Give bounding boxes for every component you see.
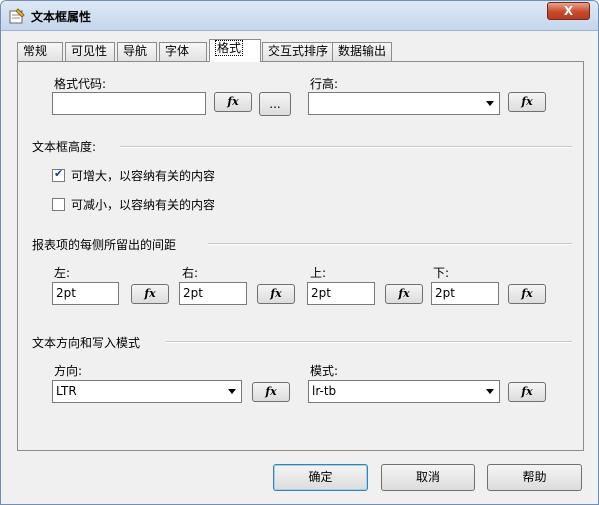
tab-navigation[interactable]: 导航 [117,42,157,61]
can-grow-checkbox[interactable]: ✔ [52,167,65,182]
height-section-title: 文本框高度: [32,140,97,154]
tab-interactive-sort[interactable]: 交互式排序 [262,42,334,61]
section-divider [166,341,572,343]
padding-right-input[interactable]: 2pt [179,282,247,305]
padding-left-input[interactable]: 2pt [52,282,119,305]
padding-bottom-fx-button[interactable]: fx [508,284,546,304]
padding-top-input[interactable]: 2pt [307,282,375,305]
direction-section-title: 文本方向和写入模式 [32,336,141,350]
padding-top-label: 上: [310,266,327,280]
can-shrink-checkbox[interactable] [52,198,65,211]
can-shrink-label[interactable]: 可减小，以容纳有关的内容 [71,196,215,213]
tab-format-label: 格式 [215,40,244,56]
chevron-down-icon [486,101,494,106]
ok-button[interactable]: 确定 [273,464,368,491]
checkmark-icon: ✔ [54,167,64,180]
line-height-label: 行高: [310,77,339,91]
tab-data-output[interactable]: 数据输出 [332,42,392,61]
title-bar[interactable]: 文本框属性 X [1,1,598,31]
tab-visibility[interactable]: 可见性 [65,42,115,61]
direction-fx-button[interactable]: fx [252,382,290,402]
format-code-browse-button[interactable]: ... [259,92,291,116]
window-title: 文本框属性 [31,10,92,24]
cancel-button[interactable]: 取消 [381,464,475,491]
mode-select[interactable]: lr-tb [308,380,500,403]
padding-top-fx-button[interactable]: fx [385,284,423,304]
can-grow-label[interactable]: 可增大，以容纳有关的内容 [71,167,215,184]
direction-value: LTR [56,384,77,398]
padding-left-fx-button[interactable]: fx [131,284,169,304]
padding-bottom-input[interactable]: 2pt [431,282,499,305]
mode-value: lr-tb [312,384,337,398]
padding-right-label: 右: [182,266,199,280]
direction-select[interactable]: LTR [52,380,242,403]
padding-section-title: 报表项的每侧所留出的间距 [32,238,177,252]
tab-font[interactable]: 字体 [159,42,207,61]
padding-bottom-label: 下: [433,266,450,280]
line-height-select[interactable] [308,92,500,115]
close-button[interactable]: X [547,2,590,20]
tab-panel: 格式代码: fx ... 行高: fx 文本框高度: ✔ 可增大，以容纳有关的内… [17,61,584,451]
dialog-window: 文本框属性 X 常规 可见性 导航 字体 格式 交互式排序 数据输出 格式代码:… [0,0,599,505]
mode-label: 模式: [310,364,339,378]
tab-format[interactable]: 格式 [209,39,261,62]
format-code-fx-button[interactable]: fx [214,92,252,112]
direction-label: 方向: [54,364,83,378]
chevron-down-icon [486,389,494,394]
format-code-input[interactable] [52,92,206,115]
properties-icon [9,8,25,24]
format-code-label: 格式代码: [54,77,107,91]
chevron-down-icon [228,389,236,394]
padding-left-label: 左: [54,266,71,280]
padding-right-fx-button[interactable]: fx [257,284,295,304]
help-button[interactable]: 帮助 [487,464,582,491]
mode-fx-button[interactable]: fx [508,382,546,402]
section-divider [208,243,572,245]
section-divider [120,146,572,148]
tab-general[interactable]: 常规 [17,42,63,61]
line-height-fx-button[interactable]: fx [508,92,546,112]
